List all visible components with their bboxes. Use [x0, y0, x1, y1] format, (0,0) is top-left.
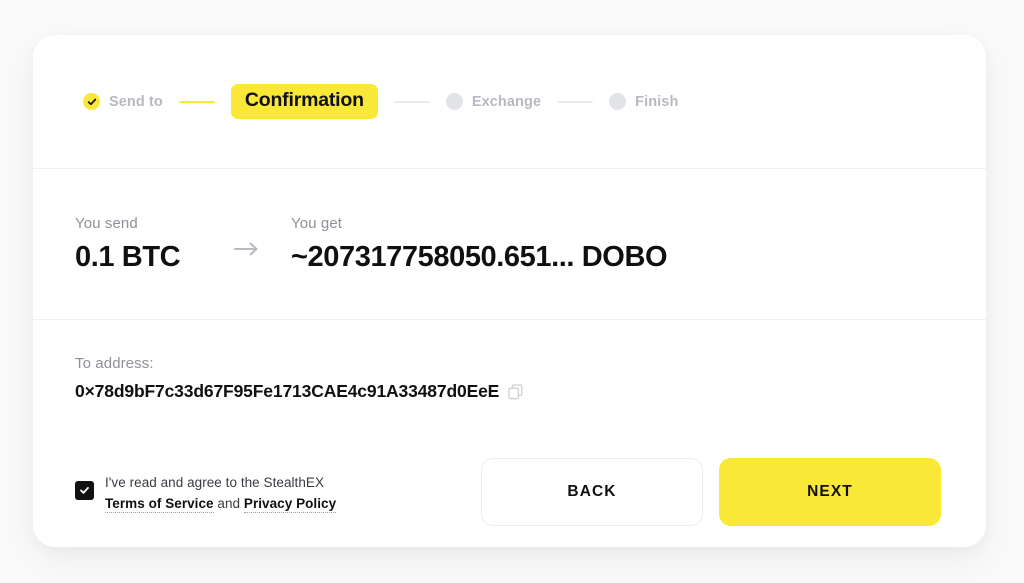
copy-icon[interactable]: [508, 382, 523, 400]
stepper-connector-2: [393, 100, 430, 103]
step-exchange[interactable]: Exchange: [445, 93, 542, 110]
confirmation-card: Send to Confirmation Exchange Finish You…: [33, 35, 986, 547]
terms-of-service-link[interactable]: Terms of Service: [105, 496, 214, 513]
check-circle-icon: [83, 93, 100, 110]
you-get-label: You get: [291, 215, 343, 232]
terms-agreement: I've read and agree to the StealthEX Ter…: [75, 470, 337, 515]
terms-conjunction: and: [213, 496, 244, 511]
to-address-label: To address:: [75, 354, 154, 372]
you-send-block: You send 0.1 BTC: [75, 215, 227, 272]
step-send-to[interactable]: Send to: [83, 93, 163, 110]
terms-text: I've read and agree to the StealthEX Ter…: [105, 472, 337, 515]
step-exchange-label: Exchange: [471, 93, 542, 110]
step-send-to-label: Send to: [109, 93, 163, 110]
you-send-label: You send: [75, 215, 138, 232]
back-button[interactable]: BACK: [481, 458, 703, 526]
to-address-section: To address: 0×78d9bF7c33d67F95Fe1713CAE4…: [33, 319, 986, 437]
app-viewport: Send to Confirmation Exchange Finish You…: [0, 0, 1024, 583]
arrow-right-icon: [227, 241, 267, 257]
terms-checkbox[interactable]: [75, 480, 94, 500]
next-button[interactable]: NEXT: [719, 458, 941, 526]
step-finish-label: Finish: [635, 93, 679, 110]
step-confirmation[interactable]: Confirmation: [230, 84, 378, 119]
privacy-policy-link[interactable]: Privacy Policy: [243, 496, 337, 513]
card-footer: I've read and agree to the StealthEX Ter…: [33, 437, 986, 547]
stepper-connector-1: [178, 100, 215, 103]
you-get-block: You get ~207317758050.651... DOBO: [291, 215, 668, 273]
step-finish[interactable]: Finish: [609, 93, 678, 110]
dot-icon: [609, 93, 627, 110]
you-get-value: ~207317758050.651... DOBO: [291, 241, 668, 273]
exchange-summary: You send 0.1 BTC You get ~207317758050.6…: [33, 168, 986, 319]
you-send-value: 0.1 BTC: [75, 241, 181, 273]
footer-buttons: BACK NEXT: [481, 458, 941, 526]
terms-line-2: Terms of Service and Privacy Policy: [105, 493, 337, 514]
progress-stepper: Send to Confirmation Exchange Finish: [33, 35, 986, 168]
to-address-value: 0×78d9bF7c33d67F95Fe1713CAE4c91A33487d0E…: [75, 380, 500, 401]
to-address-line: 0×78d9bF7c33d67F95Fe1713CAE4c91A33487d0E…: [75, 381, 944, 402]
terms-line-1: I've read and agree to the StealthEX: [105, 474, 325, 490]
stepper-connector-3: [557, 100, 594, 103]
dot-icon: [445, 93, 463, 110]
